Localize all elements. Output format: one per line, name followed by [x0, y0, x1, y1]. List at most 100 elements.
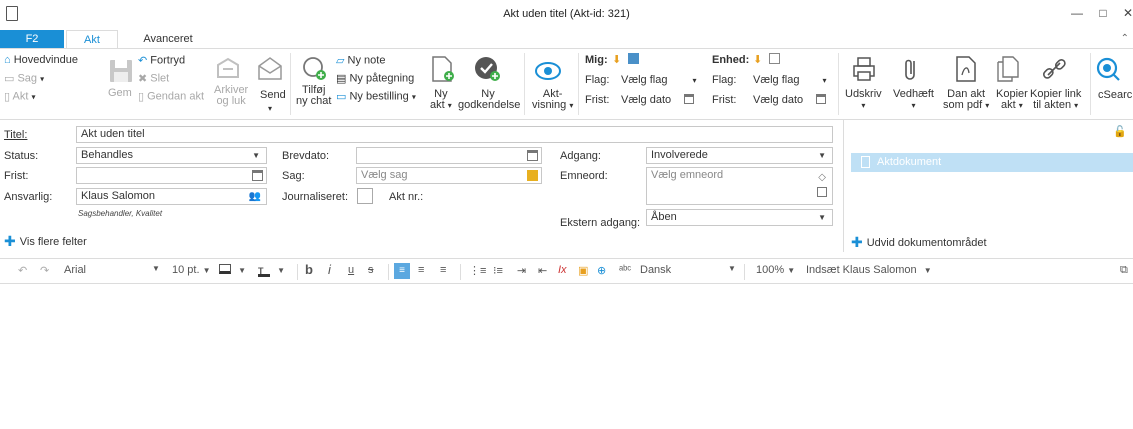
font-select[interactable]: Arial ▼ — [64, 264, 172, 276]
numbered-list-button[interactable]: ⋮≡ — [469, 264, 486, 277]
mig-frist-select[interactable]: Vælg dato — [621, 94, 695, 106]
ansvarlig-input[interactable]: Klaus Salomon 👥 — [76, 188, 267, 205]
undo-icon[interactable]: ↶ — [18, 264, 27, 277]
highlight-color-button[interactable]: ▼ — [219, 264, 246, 276]
tab-akt[interactable]: Akt — [66, 30, 118, 48]
status-label: Status: — [4, 150, 39, 162]
ny-bestilling-label: Ny bestilling — [349, 90, 409, 103]
enhed-icons[interactable]: ⬇ — [753, 53, 781, 66]
enhed-flag-select[interactable]: Vælg flag ▾ — [753, 74, 827, 86]
chevron-down-icon: ▼ — [728, 264, 736, 273]
tilfoej-chat-button[interactable]: Tilføj ny chat — [296, 85, 331, 107]
dan-akt-pdf-button[interactable]: Dan akt som pdf ▾ — [943, 89, 989, 111]
bullet-list-button[interactable]: ⁝≡ — [493, 264, 503, 277]
mig-flag-label: Flag: — [585, 74, 610, 86]
hovedvindue-button[interactable]: ⌂ Hovedvindue — [4, 54, 78, 66]
divider — [838, 53, 839, 115]
maximize-button[interactable]: □ — [1096, 6, 1110, 20]
align-left-button[interactable]: ≡ — [394, 263, 410, 279]
fortryd-button[interactable]: ↶ Fortryd — [138, 54, 185, 67]
adgang-select[interactable]: Involverede ▼ — [646, 147, 833, 164]
ny-akt-button[interactable]: Ny akt ▾ — [430, 89, 452, 111]
link-icon — [1042, 58, 1066, 79]
aktvisning-button[interactable]: Akt- visning ▾ — [532, 89, 573, 111]
akt-button[interactable]: ▯ Akt ▾ — [4, 90, 36, 103]
case-picker-icon[interactable] — [527, 170, 538, 181]
minimize-button[interactable]: — — [1070, 6, 1084, 20]
font-value: Arial — [64, 264, 87, 276]
titel-label: Titel: — [4, 129, 28, 141]
divider — [1090, 53, 1091, 115]
italic-button[interactable]: i — [328, 262, 331, 277]
new-document-icon — [432, 56, 454, 82]
chevron-down-icon: ▾ — [822, 76, 827, 85]
language-select[interactable]: Dansk ▼ — [640, 264, 740, 276]
indsaet-select[interactable]: Indsæt Klaus Salomon ▼ — [806, 264, 932, 276]
divider — [460, 264, 461, 280]
udskriv-button[interactable]: Udskriv ▾ — [845, 89, 882, 111]
gendan-akt-button[interactable]: ▯ Gendan akt — [138, 90, 204, 103]
aktdokument-label: Aktdokument — [877, 156, 942, 168]
mig-icons[interactable]: ⬇ — [612, 53, 640, 66]
mig-frist-value: Vælg dato — [621, 94, 672, 106]
journaliseret-checkbox[interactable] — [357, 188, 373, 204]
titel-input[interactable]: Akt uden titel — [76, 126, 833, 143]
zoom-select[interactable]: 100% ▼ — [756, 264, 795, 276]
redo-icon[interactable]: ↷ — [40, 264, 49, 277]
expand-icon[interactable] — [817, 187, 827, 197]
vis-flere-felter-link[interactable]: ✚ Vis flere felter — [4, 233, 87, 250]
ny-godkendelse-button[interactable]: Ny godkendelse — [458, 89, 520, 111]
align-center-button[interactable]: ≡ — [418, 264, 424, 276]
udvid-dokumentomraadet-link[interactable]: ✚ Udvid dokumentområdet — [851, 234, 987, 251]
divider — [524, 53, 525, 115]
ansvarlig-label: Ansvarlig: — [4, 191, 53, 203]
aktdokument-item[interactable]: Aktdokument — [851, 153, 1133, 172]
gem-button[interactable]: Gem — [108, 87, 132, 99]
ny-bestilling-button[interactable]: ▭ Ny bestilling ▾ — [336, 90, 416, 103]
frist-date-input[interactable] — [76, 167, 267, 184]
hovedvindue-label: Hovedvindue — [13, 54, 78, 66]
delete-icon: ✖ — [138, 73, 148, 85]
font-size-select[interactable]: 10 pt. ▼ — [172, 264, 211, 276]
bold-button[interactable]: b — [305, 262, 313, 277]
lock-icon[interactable]: 🔓 — [1113, 125, 1127, 138]
close-button[interactable]: ✕ — [1121, 6, 1133, 20]
image-icon[interactable]: ▣ — [578, 264, 588, 277]
document-editor[interactable] — [0, 285, 1133, 429]
tab-f2[interactable]: F2 — [0, 30, 64, 48]
emneord-input[interactable]: Vælg emneord ◇ — [646, 167, 833, 205]
ny-note-button[interactable]: ▱ Ny note — [336, 54, 385, 67]
slet-button[interactable]: ✖ Slet — [138, 72, 169, 85]
ny-paategning-button[interactable]: ▤ Ny påtegning — [336, 72, 414, 85]
enhed-frist-select[interactable]: Vælg dato — [753, 94, 827, 106]
brevdato-input[interactable] — [356, 147, 542, 164]
status-select[interactable]: Behandles ▼ — [76, 147, 267, 164]
kopier-link-button[interactable]: Kopier link til akten ▾ — [1030, 89, 1081, 111]
ribbon-collapse-icon[interactable]: ⌃ — [1121, 33, 1129, 44]
arkiver-button[interactable]: Arkiver og luk — [214, 85, 248, 107]
sag-input[interactable]: Vælg sag — [356, 167, 542, 184]
tab-avanceret[interactable]: Avanceret — [128, 30, 208, 48]
outdent-button[interactable]: ⇤ — [538, 264, 547, 277]
spellcheck-icon[interactable]: ᵃᵇᶜ — [619, 264, 631, 276]
expand-editor-icon[interactable]: ⧉ — [1120, 264, 1128, 277]
align-right-button[interactable]: ≡ — [440, 264, 446, 276]
vedhaeft-button[interactable]: Vedhæft ▾ — [893, 89, 934, 111]
link-icon[interactable]: ⊕ — [597, 264, 606, 277]
underline-button[interactable]: u — [348, 264, 354, 276]
csearch-button[interactable]: cSearch — [1098, 89, 1133, 101]
title-bar: Akt uden titel (Akt-id: 321) — □ ✕ — [0, 0, 1133, 30]
printer-icon — [853, 57, 875, 81]
strikethrough-button[interactable]: s — [368, 264, 374, 276]
chevron-down-icon: ▼ — [202, 266, 211, 275]
send-button[interactable]: Send — [260, 89, 286, 101]
mig-flag-select[interactable]: Vælg flag ▾ — [621, 74, 697, 86]
indent-button[interactable]: ⇥ — [517, 264, 526, 277]
kopier-akt-button[interactable]: Kopier akt ▾ — [996, 89, 1028, 111]
ekstern-adgang-select[interactable]: Åben ▼ — [646, 209, 833, 226]
text-color-button[interactable]: T ▼ — [258, 264, 285, 277]
users-icon[interactable]: 👥 — [249, 189, 261, 204]
tag-icon[interactable]: ◇ — [818, 170, 826, 185]
clear-format-button[interactable]: Ix — [558, 264, 567, 276]
sag-button[interactable]: ▭ Sag ▾ — [4, 72, 44, 85]
